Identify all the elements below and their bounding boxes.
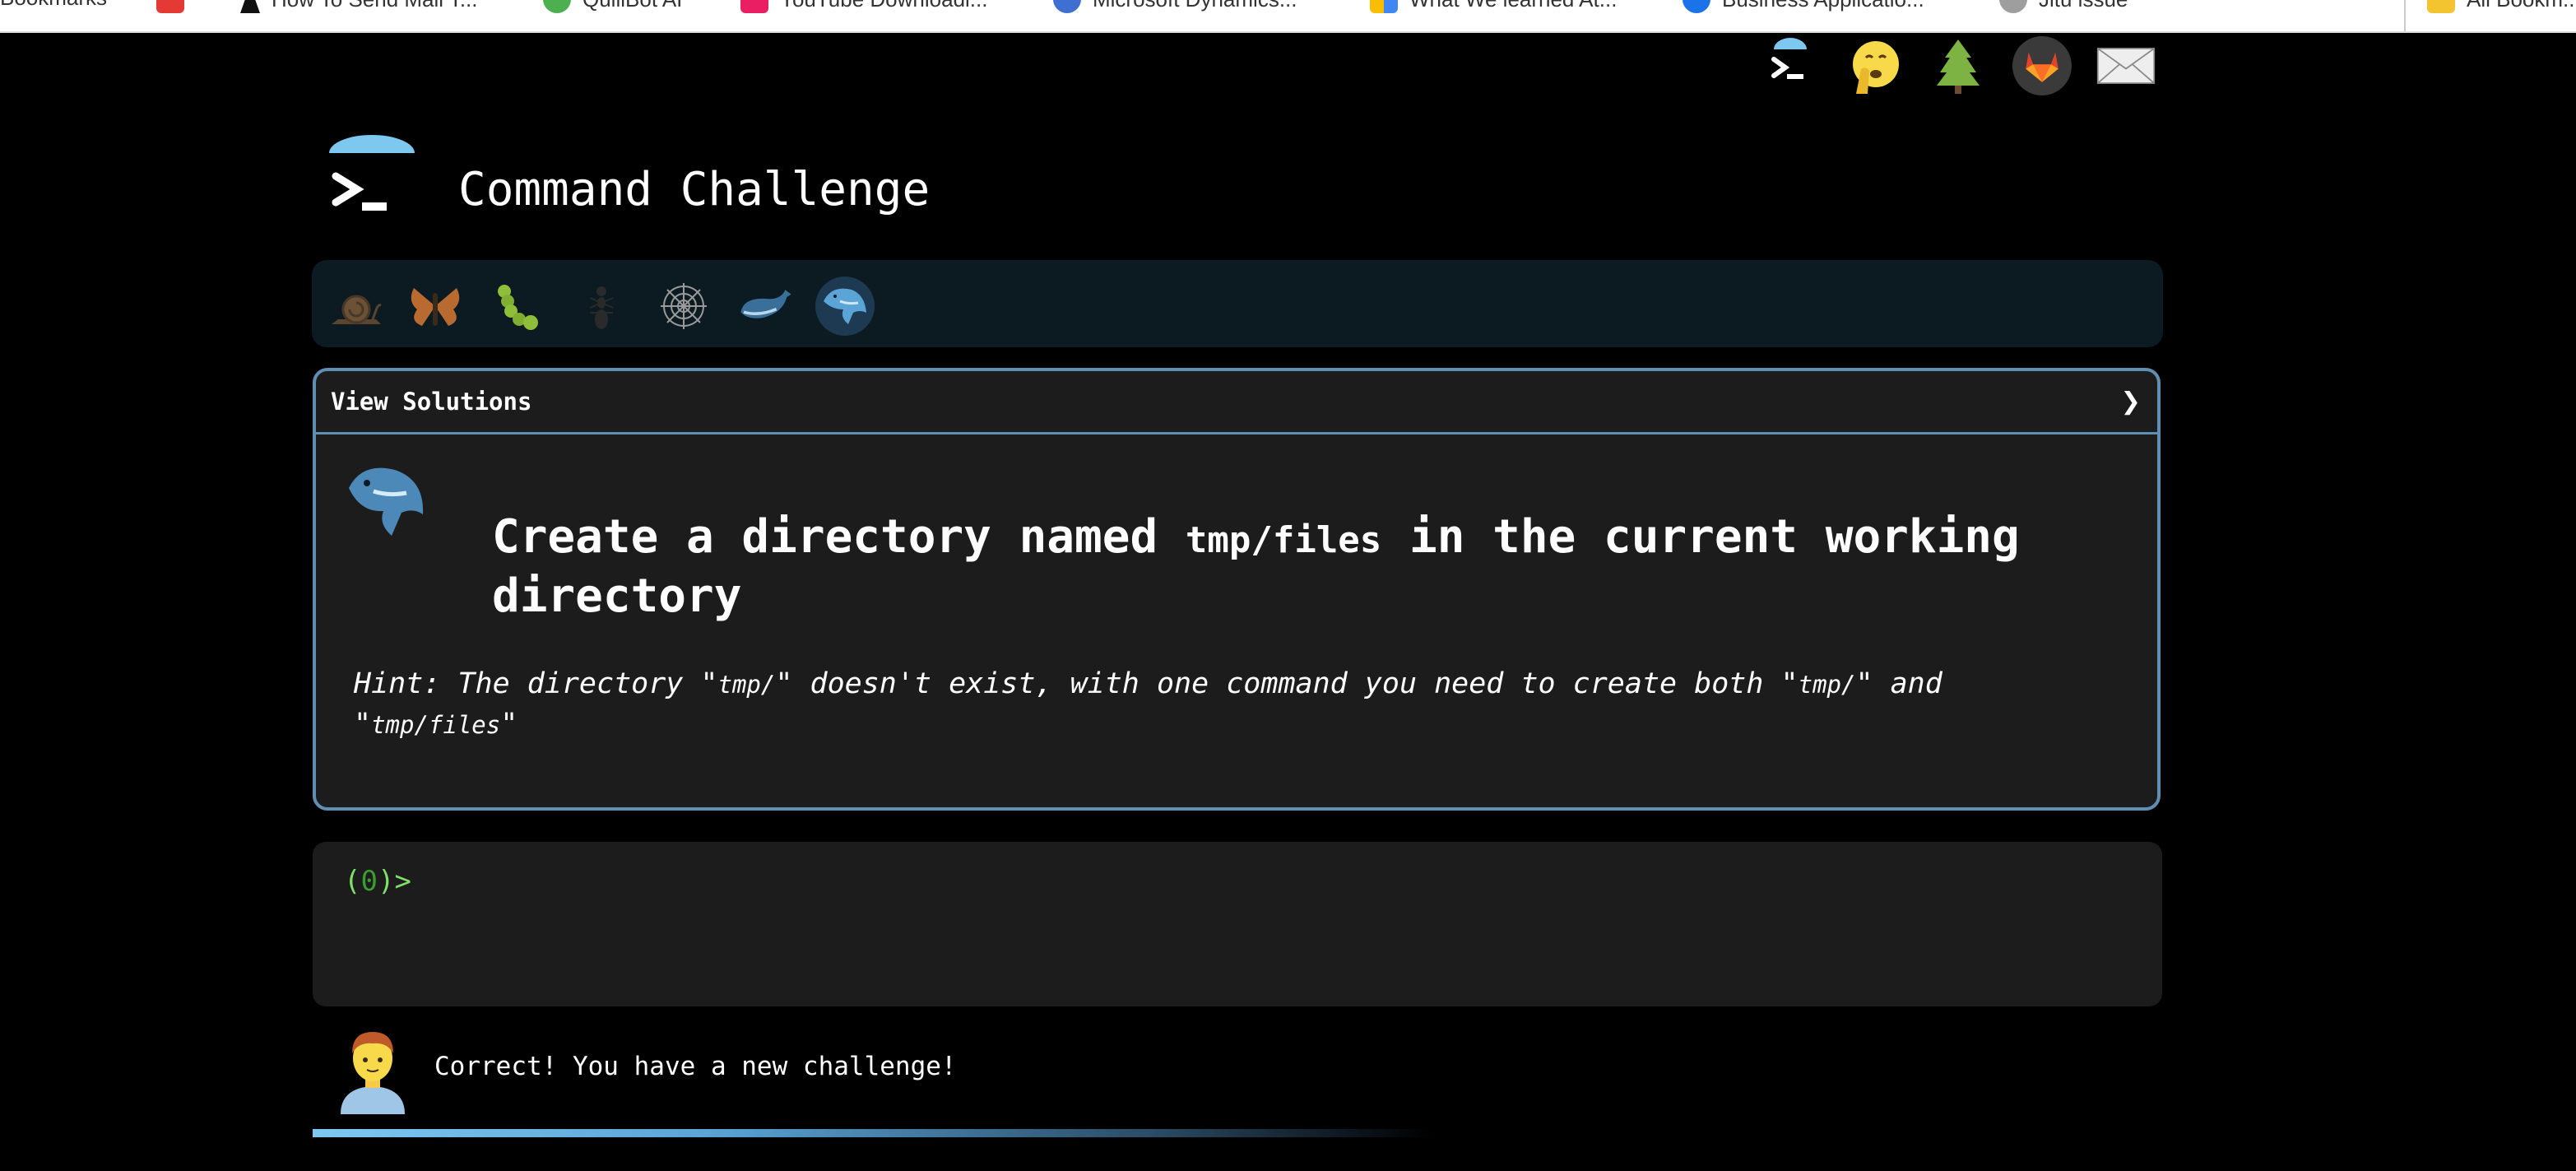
heading-text: Create a directory named — [492, 510, 1186, 564]
prompt-open: ( — [344, 865, 361, 898]
bookmark-label: How To Send Mail T... — [272, 0, 478, 12]
hint-code: tmp/ — [1798, 671, 1856, 699]
bookmark-item[interactable]: Jitu issue — [1999, 0, 2128, 13]
challenge-hint: Hint: The directory "tmp/" doesn't exist… — [354, 664, 1999, 745]
butterfly-icon[interactable] — [406, 276, 465, 336]
bookmark-label: All Bookm... — [2467, 0, 2576, 12]
feedback-message: Correct! You have a new challenge! — [434, 1052, 957, 1081]
bookmark-item[interactable]: Business Applicatio... — [1683, 0, 1924, 13]
bookmark-item[interactable]: How To Send Mail T... — [156, 0, 478, 13]
dolphin-icon[interactable] — [815, 276, 875, 336]
bookmark-favicon-icon — [740, 0, 768, 13]
bookmark-favicon-icon — [156, 0, 184, 13]
bookmark-label: YouTube Downloadi... — [780, 0, 987, 12]
hint-text: " doesn't exist, with one command you ne… — [775, 667, 1799, 700]
warning-icon — [240, 0, 260, 13]
bookmark-item[interactable]: YouTube Downloadi... — [740, 0, 987, 13]
hint-code: tmp/files — [371, 711, 501, 739]
top-nav-icons — [1761, 36, 2156, 95]
bookmark-item[interactable]: All Bookm... — [2427, 0, 2576, 13]
mail-icon[interactable] — [2096, 36, 2156, 95]
progress-bar — [313, 1129, 1432, 1137]
bookmark-label: QuillBot AI — [583, 0, 682, 12]
dolphin-icon — [337, 453, 436, 552]
bookmark-favicon-icon — [1999, 0, 2027, 13]
bookmark-label: What We learned At... — [1409, 0, 1617, 12]
bookmark-label: Microsoft Dynamics... — [1093, 0, 1297, 12]
bookmark-item[interactable]: What We learned At... — [1370, 0, 1617, 13]
caterpillar-icon[interactable] — [488, 276, 547, 336]
bookmark-label: Business Applicatio... — [1722, 0, 1924, 12]
bookmarks-bar: Bookmarks How To Send Mail T... QuillBot… — [0, 0, 2576, 33]
hint-code: tmp/ — [717, 671, 776, 699]
view-solutions-toggle[interactable]: View Solutions ❯ — [316, 371, 2157, 434]
ant-icon[interactable] — [572, 276, 631, 336]
hint-text: " — [500, 708, 518, 741]
site-logo-icon[interactable] — [326, 135, 418, 225]
terminal-input[interactable] — [411, 867, 2126, 904]
bookmark-item[interactable]: QuillBot AI — [543, 0, 682, 13]
bookmark-favicon-icon — [1370, 0, 1398, 13]
bookmark-item[interactable]: Microsoft Dynamics... — [1053, 0, 1297, 13]
snail-icon[interactable] — [327, 276, 386, 336]
prompt-count: 0 — [360, 865, 378, 898]
gitlab-icon[interactable] — [2012, 36, 2072, 95]
bookmark-item[interactable]: Bookmarks — [0, 0, 107, 11]
terminal-prompt: (0)> — [344, 865, 411, 898]
bookmark-favicon-icon — [1053, 0, 1081, 13]
prompt-close: )> — [377, 865, 411, 898]
shush-face-icon[interactable] — [1845, 36, 1904, 95]
terminal[interactable]: (0)> — [313, 842, 2162, 1006]
bookmark-favicon-icon — [1683, 0, 1710, 13]
heading-code: tmp/files — [1185, 519, 1382, 561]
page-title: Command Challenge — [458, 163, 931, 216]
bookmark-label: Bookmarks — [0, 0, 107, 11]
tree-icon[interactable] — [1929, 36, 1988, 95]
level-bar — [312, 260, 2163, 347]
bookmark-favicon-icon — [543, 0, 571, 13]
chevron-right-icon: ❯ — [2120, 383, 2141, 421]
whale-icon[interactable] — [736, 276, 796, 336]
spider-web-icon[interactable] — [654, 276, 713, 336]
avatar — [336, 1025, 410, 1114]
terminal-logo-icon[interactable] — [1761, 36, 1820, 95]
challenge-panel: View Solutions ❯ Create a directory name… — [313, 368, 2161, 811]
folder-icon — [2427, 0, 2455, 13]
challenge-heading: Create a directory named tmp/files in th… — [492, 509, 2055, 625]
view-solutions-label: View Solutions — [331, 388, 532, 416]
divider — [2404, 0, 2406, 31]
bookmark-label: Jitu issue — [2039, 0, 2128, 12]
hint-text: Hint: The directory " — [354, 667, 718, 700]
